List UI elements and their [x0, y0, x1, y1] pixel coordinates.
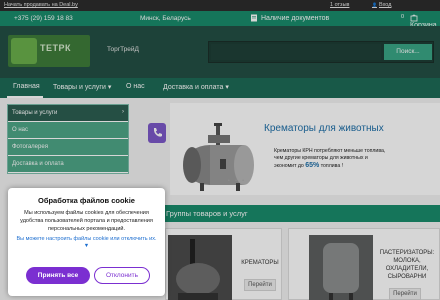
accept-all-button[interactable]: Принять все — [26, 267, 90, 284]
decline-button[interactable]: Отклонить — [94, 267, 150, 284]
cookie-dialog: Обработка файлов cookie Мы используем фа… — [8, 188, 165, 296]
cookie-text: Мы используем файлы cookies для обеспече… — [20, 210, 153, 232]
cookie-settings-link[interactable]: Вы можете настроить файлы cookie или отк… — [14, 236, 159, 250]
cookie-title: Обработка файлов cookie — [38, 196, 135, 205]
